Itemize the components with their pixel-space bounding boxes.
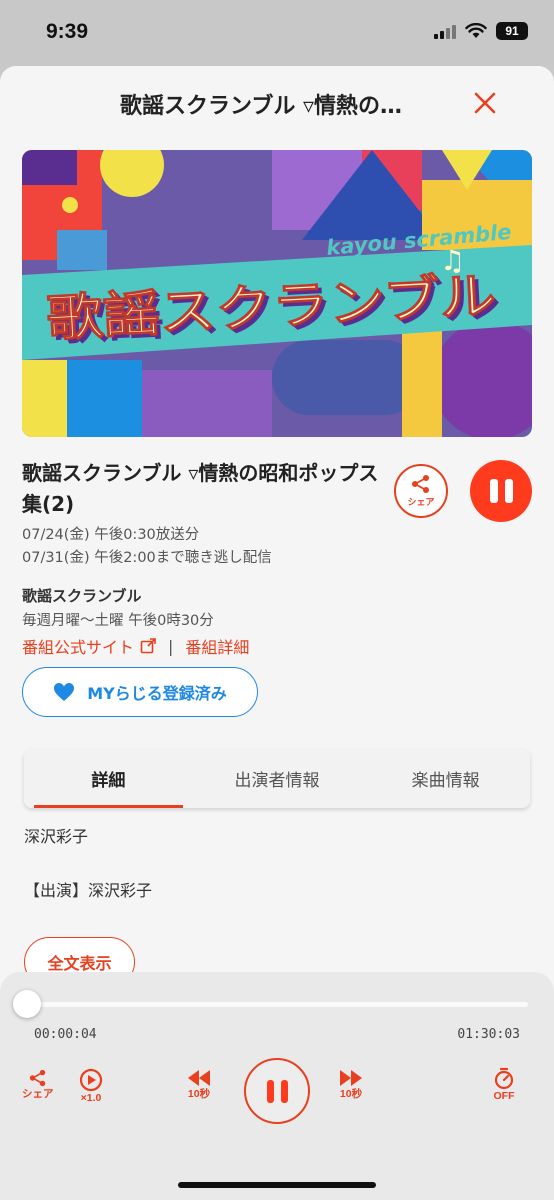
- current-time: 00:00:04: [34, 1027, 97, 1042]
- progress-track[interactable]: [24, 1002, 528, 1007]
- speed-label: ×1.0: [80, 1092, 102, 1104]
- forward-label: 10秒: [339, 1088, 363, 1100]
- close-button[interactable]: [468, 86, 502, 120]
- episode-sheet: 歌謡スクランブル ▿情熱の… kayou scramble 歌謡スクランブル 歌…: [0, 66, 554, 1200]
- link-separator: |: [168, 636, 174, 656]
- detail-line-1: 深沢彩子: [24, 827, 89, 846]
- share-label: シェア: [407, 498, 435, 508]
- player-pause-button[interactable]: [244, 1058, 310, 1124]
- my-radiru-button[interactable]: MYらじる登録済み: [22, 667, 258, 717]
- episode-title: 歌謡スクランブル ▿情熱の昭和ポップス集(2): [22, 461, 379, 516]
- battery-icon: 91: [496, 22, 528, 40]
- program-details-link[interactable]: 番組詳細: [185, 634, 249, 658]
- pause-icon: [489, 479, 498, 503]
- program-links: 番組公式サイト | 番組詳細: [22, 634, 249, 658]
- player-share-label: シェア: [22, 1088, 54, 1100]
- rewind-10-button[interactable]: 10秒: [186, 1068, 212, 1100]
- official-site-link[interactable]: 番組公式サイト: [22, 634, 134, 658]
- player-share-button[interactable]: シェア: [22, 1068, 54, 1100]
- audio-player: 00:00:04 01:30:03 シェア ×1.0 10秒 10秒 OFF: [0, 972, 554, 1200]
- timer-label: OFF: [493, 1090, 515, 1102]
- share-button[interactable]: シェア: [394, 464, 448, 518]
- total-time: 01:30:03: [457, 1027, 520, 1042]
- speed-icon: [79, 1068, 103, 1092]
- tab-songs[interactable]: 楽曲情報: [361, 749, 530, 808]
- program-name: 歌謡スクランブル: [22, 587, 142, 605]
- tab-performers[interactable]: 出演者情報: [193, 749, 362, 808]
- pause-icon: [266, 1079, 274, 1103]
- progress-knob[interactable]: [13, 990, 42, 1018]
- tab-details[interactable]: 詳細: [24, 749, 193, 808]
- status-icons: 91: [434, 22, 528, 40]
- forward-10-button[interactable]: 10秒: [338, 1068, 364, 1100]
- sheet-title: 歌謡スクランブル ▿情熱の…: [120, 94, 403, 119]
- pause-button[interactable]: [470, 460, 532, 522]
- availability-text: 07/31(金) 午後2:00まで聴き逃し配信: [22, 550, 272, 566]
- home-indicator: [178, 1182, 376, 1188]
- playback-speed-button[interactable]: ×1.0: [78, 1068, 104, 1104]
- heart-icon: [54, 683, 75, 701]
- status-bar: 9:39 91: [0, 0, 554, 66]
- fast-forward-icon: [340, 1070, 362, 1086]
- rewind-label: 10秒: [187, 1088, 211, 1100]
- timer-icon: [494, 1067, 514, 1090]
- share-icon: [412, 475, 429, 493]
- music-note-icon: ♫: [440, 244, 465, 277]
- close-icon: [474, 92, 496, 114]
- cellular-signal-icon: [434, 23, 456, 39]
- share-icon: [29, 1069, 46, 1087]
- sleep-timer-button[interactable]: OFF: [492, 1066, 516, 1102]
- program-artwork: kayou scramble 歌謡スクランブル 歌謡スクランブル ♫: [22, 150, 532, 437]
- program-schedule: 毎週月曜～土曜 午後0時30分: [22, 613, 214, 629]
- external-link-icon: [140, 638, 156, 654]
- my-radiru-label: MYらじる登録済み: [87, 684, 227, 703]
- wifi-icon: [465, 23, 487, 38]
- detail-line-2: 【出演】深沢彩子: [24, 881, 153, 900]
- tab-bar: 詳細 出演者情報 楽曲情報: [24, 749, 530, 808]
- status-time: 9:39: [46, 20, 89, 43]
- rewind-icon: [188, 1070, 210, 1086]
- broadcast-date: 07/24(金) 午後0:30放送分: [22, 527, 200, 543]
